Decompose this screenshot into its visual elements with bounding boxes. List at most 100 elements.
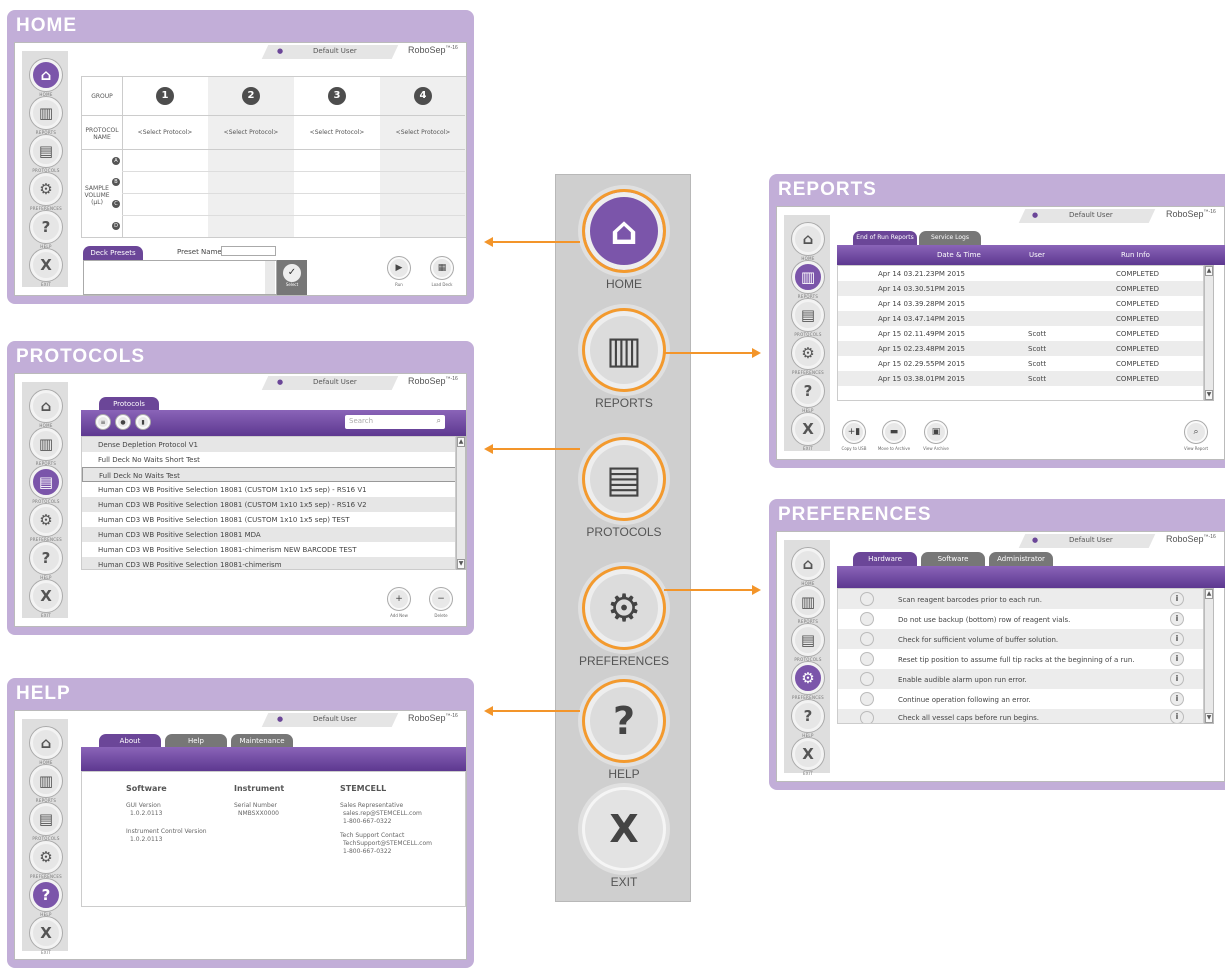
reports-scrollbar[interactable]: ▲ ▼	[1204, 265, 1214, 401]
table-row[interactable]: Apr 15 03.38.01PM 2015 Scott COMPLETED	[838, 371, 1203, 386]
info-icon[interactable]: i	[1170, 710, 1184, 723]
sidebar-protocols-button[interactable]: ▤ PROTOCOLS	[29, 803, 63, 841]
tab-end-of-run-reports[interactable]: End of Run Reports	[853, 231, 917, 245]
sidebar-preferences-button[interactable]: ⚙ PREFERENCES	[29, 504, 63, 542]
tab-about[interactable]: About	[99, 734, 161, 748]
tab-administrator[interactable]: Administrator	[989, 552, 1053, 566]
select-preset-button[interactable]: ✓ Select	[277, 260, 307, 295]
run-button[interactable]: ▶ Run	[387, 257, 411, 287]
sidebar-help-button[interactable]: ? HELP	[791, 700, 825, 738]
info-icon[interactable]: i	[1170, 672, 1184, 686]
info-icon[interactable]: i	[1170, 592, 1184, 606]
sidebar-exit-button[interactable]: X EXIT	[29, 580, 63, 618]
view-report-button[interactable]: ⌕ View Report	[1181, 421, 1211, 451]
select-protocol-4[interactable]: <Select Protocol>	[380, 129, 466, 136]
sidebar-reports-button[interactable]: ▥ REPORTS	[29, 428, 63, 466]
menu-exit-button[interactable]: X EXIT	[556, 787, 692, 889]
scroll-up-icon[interactable]: ▲	[1205, 589, 1213, 599]
toggle-switch[interactable]	[860, 612, 874, 626]
menu-protocols-button[interactable]: ▤ PROTOCOLS	[556, 437, 692, 539]
scroll-up-icon[interactable]: ▲	[457, 437, 465, 447]
toggle-switch[interactable]	[860, 672, 874, 686]
scroll-down-icon[interactable]: ▼	[1205, 390, 1213, 400]
info-icon[interactable]: i	[1170, 612, 1184, 626]
table-row[interactable]: Apr 15 02.11.49PM 2015 Scott COMPLETED	[838, 326, 1203, 341]
list-item[interactable]: Human CD3 WB Positive Selection 18081 (C…	[82, 512, 455, 527]
sidebar-home-button[interactable]: ⌂ HOME	[791, 548, 825, 586]
tab-hardware[interactable]: Hardware	[853, 552, 917, 566]
list-item-selected[interactable]: Full Deck No Waits Test	[82, 467, 455, 482]
sidebar-reports-button[interactable]: ▥ REPORTS	[29, 765, 63, 803]
list-item[interactable]: Human CD3 WB Positive Selection 18081 (C…	[82, 497, 455, 512]
scroll-down-icon[interactable]: ▼	[1205, 713, 1213, 723]
toggle-switch[interactable]	[860, 692, 874, 706]
table-row[interactable]: Apr 14 03.47.14PM 2015 COMPLETED	[838, 311, 1203, 326]
list-item[interactable]: Human CD3 WB Positive Selection 18081-ch…	[82, 542, 455, 557]
scroll-down-icon[interactable]: ▼	[457, 559, 465, 569]
sidebar-help-button[interactable]: ? HELP	[29, 542, 63, 580]
table-row[interactable]: Apr 15 02.29.55PM 2015 Scott COMPLETED	[838, 356, 1203, 371]
table-row[interactable]: Apr 14 03.21.23PM 2015 COMPLETED	[838, 266, 1203, 281]
add-new-button[interactable]: + Add New	[385, 588, 413, 618]
sidebar-protocols-button[interactable]: ▤ PROTOCOLS	[29, 466, 63, 504]
menu-preferences-button[interactable]: ⚙ PREFERENCES	[556, 566, 692, 668]
filter-button-2[interactable]: ●	[115, 415, 131, 429]
preference-row[interactable]: Reset tip position to assume full tip ra…	[838, 649, 1203, 669]
tab-maintenance[interactable]: Maintenance	[231, 734, 293, 748]
table-row[interactable]: Apr 14 03.30.51PM 2015 COMPLETED	[838, 281, 1203, 296]
preset-scrollbar[interactable]	[265, 261, 275, 294]
info-icon[interactable]: i	[1170, 632, 1184, 646]
deck-presets-tab[interactable]: Deck Presets	[83, 246, 143, 260]
tab-help[interactable]: Help	[165, 734, 227, 748]
preference-row[interactable]: Continue operation following an error. i	[838, 689, 1203, 709]
preference-row[interactable]: Enable audible alarm upon run error. i	[838, 669, 1203, 689]
table-row[interactable]: Apr 14 03.39.28PM 2015 COMPLETED	[838, 296, 1203, 311]
toggle-switch[interactable]	[860, 652, 874, 666]
sidebar-preferences-button[interactable]: ⚙ PREFERENCES	[29, 841, 63, 879]
preference-row[interactable]: Scan reagent barcodes prior to each run.…	[838, 589, 1203, 609]
preference-row[interactable]: Check for sufficient volume of buffer so…	[838, 629, 1203, 649]
select-protocol-1[interactable]: <Select Protocol>	[122, 129, 208, 136]
tab-software[interactable]: Software	[921, 552, 985, 566]
list-item[interactable]: Human CD3 WB Positive Selection 18081-ch…	[82, 557, 455, 569]
load-deck-button[interactable]: ▦ Load Deck	[427, 257, 457, 287]
select-protocol-2[interactable]: <Select Protocol>	[208, 129, 294, 136]
view-archive-button[interactable]: ▣ View Archive	[921, 421, 951, 451]
sidebar-home-button[interactable]: ⌂ HOME	[29, 59, 63, 97]
sidebar-exit-button[interactable]: X EXIT	[791, 413, 825, 451]
sidebar-reports-button[interactable]: ▥ REPORTS	[29, 97, 63, 135]
sidebar-protocols-button[interactable]: ▤ PROTOCOLS	[791, 624, 825, 662]
toggle-switch[interactable]	[860, 711, 874, 723]
menu-help-button[interactable]: ? HELP	[556, 679, 692, 781]
sidebar-help-button[interactable]: ? HELP	[29, 211, 63, 249]
sidebar-reports-button[interactable]: ▥ REPORTS	[791, 586, 825, 624]
select-protocol-3[interactable]: <Select Protocol>	[294, 129, 380, 136]
info-icon[interactable]: i	[1170, 652, 1184, 666]
copy-to-usb-button[interactable]: +▮ Copy to USB	[839, 421, 869, 451]
filter-button-3[interactable]: ▮	[135, 415, 151, 429]
sidebar-reports-button[interactable]: ▥ REPORTS	[791, 261, 825, 299]
tab-service-logs[interactable]: Service Logs	[919, 231, 981, 245]
sidebar-preferences-button[interactable]: ⚙ PREFERENCES	[791, 662, 825, 700]
move-to-archive-button[interactable]: ▬ Move to Archive	[877, 421, 911, 451]
sidebar-exit-button[interactable]: X EXIT	[791, 738, 825, 776]
list-item[interactable]: Human CD3 WB Positive Selection 18081 (C…	[82, 482, 455, 497]
search-input[interactable]: Search ⌕	[345, 415, 445, 429]
sidebar-home-button[interactable]: ⌂ HOME	[791, 223, 825, 261]
info-icon[interactable]: i	[1170, 692, 1184, 706]
menu-home-button[interactable]: ⌂ HOME	[556, 189, 692, 291]
preset-name-input[interactable]	[221, 246, 276, 256]
list-item[interactable]: Human CD3 WB Positive Selection 18081 MD…	[82, 527, 455, 542]
preference-row[interactable]: Do not use backup (bottom) row of reagen…	[838, 609, 1203, 629]
list-item[interactable]: Dense Depletion Protocol V1	[82, 437, 455, 452]
toggle-switch[interactable]	[860, 592, 874, 606]
sidebar-help-button[interactable]: ? HELP	[791, 375, 825, 413]
sidebar-home-button[interactable]: ⌂ HOME	[29, 390, 63, 428]
table-row[interactable]: Apr 15 02.23.48PM 2015 Scott COMPLETED	[838, 341, 1203, 356]
sidebar-exit-button[interactable]: X EXIT	[29, 249, 63, 287]
sidebar-exit-button[interactable]: X EXIT	[29, 917, 63, 955]
protocols-tab[interactable]: Protocols	[99, 397, 159, 411]
preferences-scrollbar[interactable]: ▲ ▼	[1204, 588, 1214, 724]
scroll-up-icon[interactable]: ▲	[1205, 266, 1213, 276]
sidebar-preferences-button[interactable]: ⚙ PREFERENCES	[29, 173, 63, 211]
